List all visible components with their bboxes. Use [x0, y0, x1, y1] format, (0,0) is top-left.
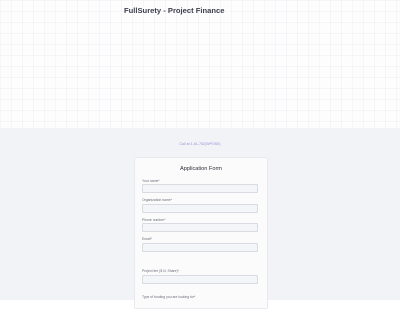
- form-title: Application Form: [180, 166, 222, 172]
- organization-name-input[interactable]: [142, 204, 258, 213]
- funding-type-label: Type of funding you are looking for*: [142, 295, 196, 299]
- organization-name-label: Organization name*: [142, 198, 172, 202]
- phone-link[interactable]: Call at 1-61-752(WPOSS): [0, 142, 400, 146]
- hero-section: FullSurety - Project Finance: [0, 0, 400, 128]
- project-fee-input[interactable]: [142, 275, 258, 284]
- phone-number-input[interactable]: [142, 223, 258, 232]
- your-name-input[interactable]: [142, 184, 258, 193]
- application-form-card: Application Form Your name* Organization…: [134, 157, 268, 309]
- phone-number-label: Phone number*: [142, 218, 166, 222]
- email-label: Email*: [142, 237, 152, 241]
- email-input[interactable]: [142, 243, 258, 252]
- your-name-label: Your name*: [142, 179, 160, 183]
- hero-title: FullSurety - Project Finance: [124, 6, 225, 15]
- project-fee-label: Project fee ($ N, Share)*: [142, 269, 179, 273]
